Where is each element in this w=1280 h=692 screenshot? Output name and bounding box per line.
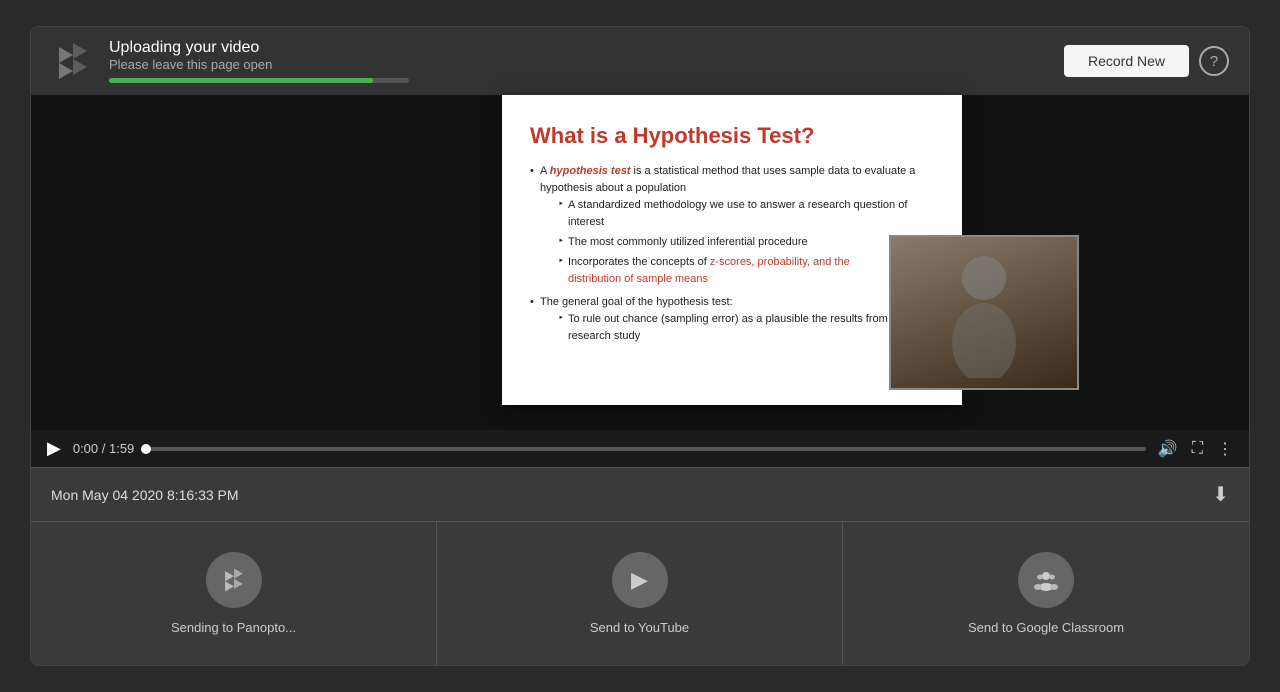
slide-body: A hypothesis test is a statistical metho… [530, 163, 934, 345]
play-button[interactable]: ▶ [47, 438, 61, 459]
slide-sub-4: To rule out chance (sampling error) as a… [558, 311, 934, 345]
slide-sub-3: Incorporates the concepts of z-scores, p… [558, 254, 934, 288]
volume-button[interactable]: 🔊 [1158, 439, 1178, 459]
youtube-label: Send to YouTube [590, 620, 689, 635]
google-classroom-icon [1018, 552, 1074, 608]
bullet2-text: The general goal of the hypothesis test: [540, 296, 733, 308]
upload-progress-bar-fill [109, 78, 373, 83]
header-subtitle: Please leave this page open [109, 57, 409, 72]
seek-bar[interactable] [146, 447, 1146, 451]
youtube-icon: ▶ [612, 552, 668, 608]
download-button[interactable]: ⬇ [1212, 482, 1229, 507]
more-options-button[interactable]: ⋮ [1217, 439, 1233, 459]
slide-bullet-2: The general goal of the hypothesis test:… [530, 294, 934, 345]
bullet1-italic: hypothesis test [550, 165, 631, 177]
app-window: Uploading your video Please leave this p… [30, 26, 1250, 666]
panopto-label: Sending to Panopto... [171, 620, 296, 635]
fullscreen-button[interactable]: ⛶ [1192, 440, 1203, 458]
send-to-google-classroom-tile[interactable]: Send to Google Classroom [843, 522, 1249, 665]
webcam-overlay [889, 235, 1079, 390]
upload-progress-bar-container [109, 78, 409, 83]
panopto-logo-icon [51, 39, 95, 83]
header-right: Record New ? [1064, 45, 1229, 77]
bottom-actions: Sending to Panopto... ▶ Send to YouTube [31, 521, 1249, 665]
send-to-youtube-tile[interactable]: ▶ Send to YouTube [437, 522, 843, 665]
sub3-links: z-scores, probability [710, 256, 807, 268]
record-new-button[interactable]: Record New [1064, 45, 1189, 77]
person-silhouette-icon [944, 248, 1024, 378]
webcam-person-view [891, 237, 1077, 388]
header-left: Uploading your video Please leave this p… [51, 39, 409, 83]
help-button[interactable]: ? [1199, 46, 1229, 76]
send-to-panopto-tile[interactable]: Sending to Panopto... [31, 522, 437, 665]
google-classroom-label: Send to Google Classroom [968, 620, 1124, 635]
control-icons: 🔊 ⛶ ⋮ [1158, 439, 1233, 459]
seek-handle [141, 444, 151, 454]
header-title: Uploading your video [109, 39, 409, 57]
slide-sub-1: A standardized methodology we use to ans… [558, 197, 934, 231]
video-controls: ▶ 0:00 / 1:59 🔊 ⛶ ⋮ [31, 430, 1249, 467]
sub3-prefix: Incorporates the concepts of [568, 256, 710, 268]
time-display: 0:00 / 1:59 [73, 441, 134, 456]
video-area: What is a Hypothesis Test? A hypothesis … [31, 95, 1249, 430]
slide-title: What is a Hypothesis Test? [530, 123, 934, 149]
header-text-block: Uploading your video Please leave this p… [109, 39, 409, 83]
header: Uploading your video Please leave this p… [31, 27, 1249, 95]
bullet1-prefix: A [540, 165, 550, 177]
file-name: Mon May 04 2020 8:16:33 PM [51, 487, 239, 503]
file-info-row: Mon May 04 2020 8:16:33 PM ⬇ [31, 467, 1249, 521]
slide-bullet-1: A hypothesis test is a statistical metho… [530, 163, 934, 288]
panopto-icon [206, 552, 262, 608]
slide-sub-2: The most commonly utilized inferential p… [558, 234, 934, 251]
